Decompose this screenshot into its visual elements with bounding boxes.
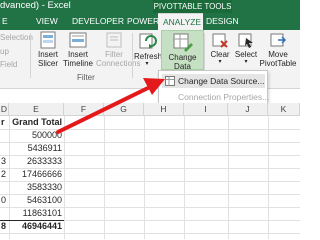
annotation-arrow-icon	[56, 78, 165, 134]
